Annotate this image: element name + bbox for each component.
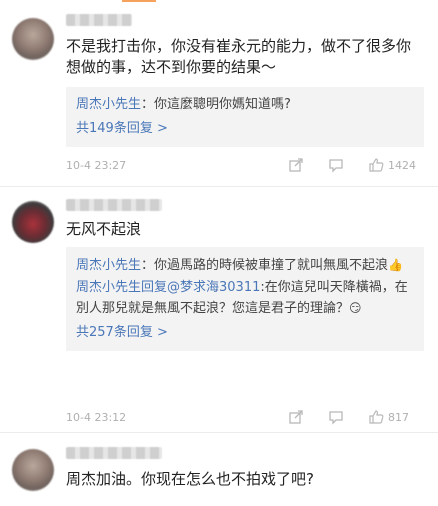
comment-text: 不是我打击你，你没有崔永元的能力，做不了很多你想做的事，达不到你要的结果～: [66, 37, 412, 76]
reply-line: 周杰小先生：你過馬路的時候被車撞了就叫無風不起浪👍: [76, 255, 414, 276]
comment-feed: 不是我打击你，你没有崔永元的能力，做不了很多你想做的事，达不到你要的结果～ 周杰…: [0, 0, 438, 506]
thumbs-up-icon: [368, 157, 384, 173]
reply-line: 周杰小先生：你這麼聰明你媽知道嗎?: [76, 95, 414, 115]
comment-meta: 10-4 23:27 1424: [66, 157, 424, 175]
reply-text: ：你這麼聰明你媽知道嗎?: [141, 97, 291, 112]
avatar[interactable]: [12, 201, 54, 243]
reply-line: 周杰小先生回复@梦求海30311:在你這兒叫天降橫禍，在別人那兒就是無風不起浪？…: [76, 278, 414, 319]
reply-box[interactable]: 周杰小先生：你這麼聰明你媽知道嗎? 共149条回复 >: [66, 87, 424, 147]
reply-author-link[interactable]: 周杰小先生回复@梦求海30311: [76, 280, 260, 295]
username[interactable]: [66, 199, 162, 211]
more-replies-link[interactable]: 共257条回复 >: [76, 323, 414, 343]
comment-text: 周杰加油。你现在怎么也不拍戏了吧?: [66, 470, 314, 488]
comment-button[interactable]: [328, 409, 344, 425]
like-button[interactable]: 1424: [368, 157, 416, 173]
share-button[interactable]: [288, 157, 304, 173]
share-icon: [288, 409, 304, 425]
comment-item: 不是我打击你，你没有崔永元的能力，做不了很多你想做的事，达不到你要的结果～ 周杰…: [0, 0, 438, 186]
timestamp: 10-4 23:12: [66, 411, 127, 424]
comment-button[interactable]: [328, 157, 344, 173]
comment-item: 无风不起浪 周杰小先生：你過馬路的時候被車撞了就叫無風不起浪👍 周杰小先生回复@…: [0, 187, 438, 433]
avatar[interactable]: [12, 449, 54, 491]
like-button[interactable]: 817: [368, 409, 409, 425]
username[interactable]: [66, 447, 162, 459]
comment-icon: [328, 157, 344, 173]
timestamp: 10-4 23:27: [66, 159, 127, 172]
username[interactable]: [66, 14, 132, 26]
reply-box[interactable]: 周杰小先生：你過馬路的時候被車撞了就叫無風不起浪👍 周杰小先生回复@梦求海303…: [66, 247, 424, 351]
reply-author-link[interactable]: 周杰小先生: [76, 97, 141, 112]
thumbs-up-emoji: 👍: [388, 258, 403, 272]
comment-meta: 10-4 23:12 817: [66, 409, 424, 427]
comment-item: 周杰加油。你现在怎么也不拍戏了吧?: [0, 433, 438, 506]
avatar[interactable]: [12, 18, 54, 60]
comment-icon: [328, 409, 344, 425]
like-count: 1424: [388, 158, 416, 172]
smirk-emoji: 😏: [349, 301, 362, 315]
like-count: 817: [388, 410, 409, 424]
share-button[interactable]: [288, 409, 304, 425]
share-icon: [288, 157, 304, 173]
reply-text: ：你過馬路的時候被車撞了就叫無風不起浪: [141, 258, 389, 273]
comment-text: 无风不起浪: [66, 220, 142, 238]
more-replies-link[interactable]: 共149条回复 >: [76, 119, 414, 139]
thumbs-up-icon: [368, 409, 384, 425]
reply-author-link[interactable]: 周杰小先生: [76, 258, 141, 273]
